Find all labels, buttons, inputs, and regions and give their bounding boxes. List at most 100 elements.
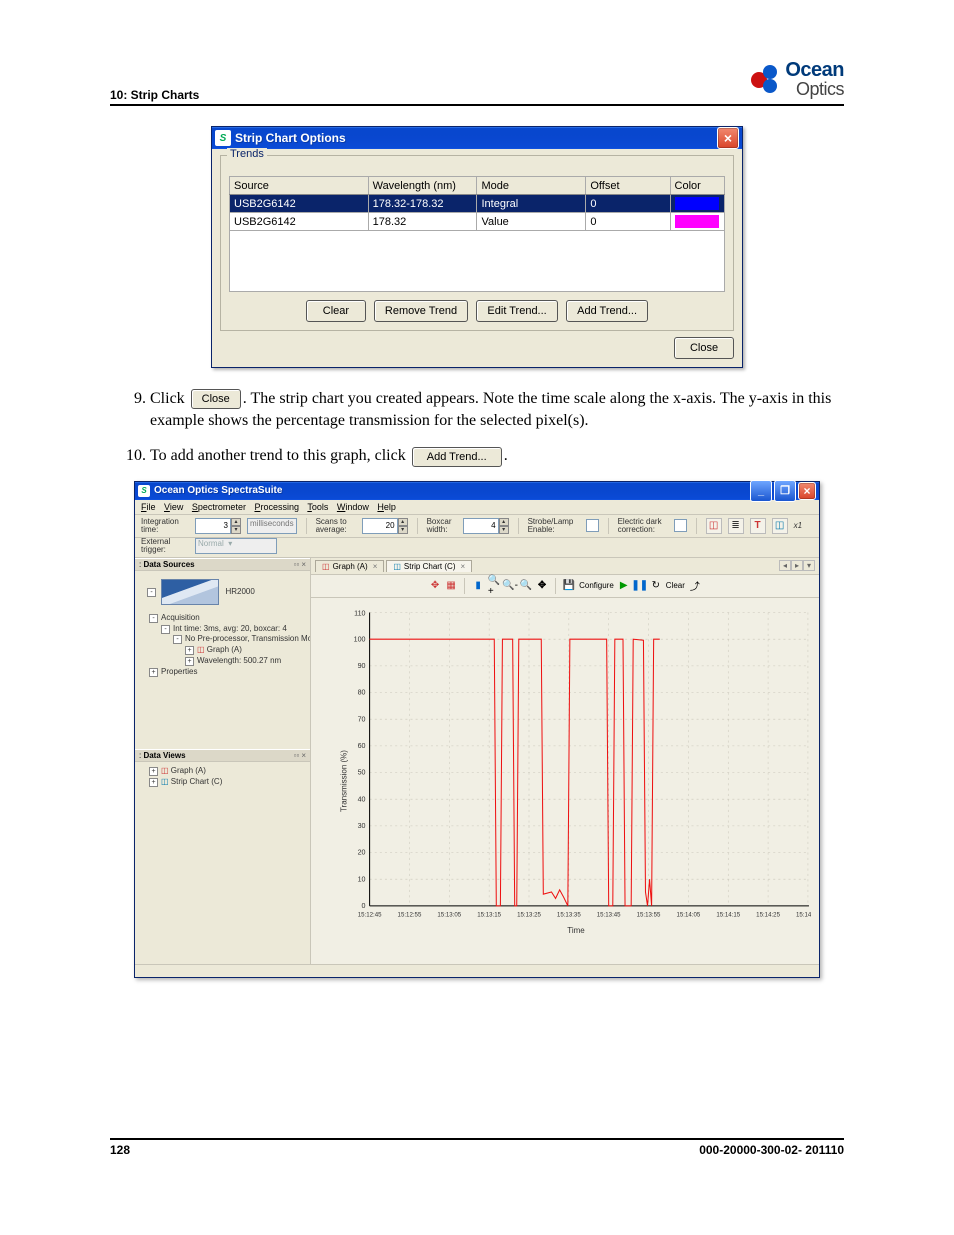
tree-toggle-icon[interactable]: -: [149, 614, 158, 623]
inline-close-button[interactable]: Close: [191, 389, 241, 409]
svg-text:30: 30: [358, 821, 366, 830]
pane-close-icon[interactable]: ×: [301, 560, 306, 569]
integration-unit-combo[interactable]: milliseconds: [247, 518, 297, 534]
col-source[interactable]: Source: [230, 177, 369, 195]
maximize-icon[interactable]: ❐: [774, 480, 796, 502]
tab-close-icon[interactable]: ×: [460, 562, 465, 571]
instruction-step-9: Click Close. The strip chart you created…: [150, 388, 844, 431]
pane-dock-icon[interactable]: ▫▫: [294, 560, 300, 569]
close-icon[interactable]: ×: [717, 127, 739, 149]
external-trigger-combo[interactable]: Normal ▾: [195, 538, 277, 554]
chart-area[interactable]: Transmission (%): [311, 598, 819, 964]
tree-toggle-icon[interactable]: +: [149, 668, 158, 677]
edit-trend-button[interactable]: Edit Trend...: [476, 300, 558, 322]
col-offset[interactable]: Offset: [586, 177, 670, 195]
col-wavelength[interactable]: Wavelength (nm): [368, 177, 477, 195]
col-color[interactable]: Color: [670, 177, 724, 195]
tab-dropdown-icon[interactable]: ▾: [803, 560, 815, 571]
tree-toggle-icon[interactable]: +: [185, 657, 194, 666]
inline-add-trend-button[interactable]: Add Trend...: [412, 447, 502, 467]
menu-window[interactable]: Window: [337, 502, 369, 512]
edark-checkbox[interactable]: [674, 519, 687, 532]
tree-toggle-icon[interactable]: +: [149, 778, 158, 787]
cell-color: [670, 195, 724, 213]
trends-table[interactable]: Source Wavelength (nm) Mode Offset Color…: [229, 176, 725, 231]
dialog-title: Strip Chart Options: [235, 131, 717, 145]
tree-toggle-icon[interactable]: -: [147, 588, 156, 597]
cell-color: [670, 213, 724, 231]
app-titlebar[interactable]: S Ocean Optics SpectraSuite _ ❐ ×: [135, 482, 819, 500]
menu-file[interactable]: File: [141, 502, 156, 512]
tree-toggle-icon[interactable]: -: [161, 625, 170, 634]
grid-icon[interactable]: ▦: [445, 580, 457, 592]
minimize-icon[interactable]: _: [750, 480, 772, 502]
label-x1: x1: [794, 522, 802, 530]
acquisition-toolbar: Integration time: ▴▾ milliseconds Scans …: [135, 515, 819, 538]
tree-toggle-icon[interactable]: +: [185, 646, 194, 655]
table-row[interactable]: USB2G6142 178.32-178.32 Integral 0: [230, 195, 725, 213]
play-icon[interactable]: ▶: [618, 580, 630, 592]
scans-spinner[interactable]: ▴▾: [362, 518, 408, 534]
views-graph-a[interactable]: Graph (A): [171, 766, 206, 775]
tree-toggle-icon[interactable]: +: [149, 767, 158, 776]
svg-text:60: 60: [358, 741, 366, 750]
pane-close-icon[interactable]: ×: [301, 751, 306, 760]
tab-strip-chart-c[interactable]: ◫Strip Chart (C)×: [386, 560, 472, 572]
integration-time-spinner[interactable]: ▴▾: [195, 518, 241, 534]
views-strip-c[interactable]: Strip Chart (C): [171, 777, 223, 786]
clear-link[interactable]: Clear: [666, 581, 685, 590]
tree-toggle-icon[interactable]: -: [173, 635, 182, 644]
add-trend-button[interactable]: Add Trend...: [566, 300, 648, 322]
integration-time-input[interactable]: [195, 518, 231, 534]
tree-wavelength[interactable]: Wavelength: 500.27 nm: [197, 656, 281, 665]
menu-bar[interactable]: File View Spectrometer Processing Tools …: [135, 500, 819, 515]
boxcar-spinner[interactable]: ▴▾: [463, 518, 509, 534]
zoom-fit-icon[interactable]: 🔍: [520, 580, 532, 592]
pane-dock-icon[interactable]: ▫▫: [294, 751, 300, 760]
tab-graph-a[interactable]: ◫Graph (A)×: [315, 560, 384, 572]
dataviews-header[interactable]: : Data Views ▫▫×: [135, 749, 310, 762]
toolbar-icon-list[interactable]: ≣: [728, 518, 744, 534]
configure-link[interactable]: Configure: [579, 581, 614, 590]
save-icon[interactable]: 💾: [563, 580, 575, 592]
strobe-checkbox[interactable]: [586, 519, 599, 532]
close-button[interactable]: Close: [674, 337, 734, 359]
clear-button[interactable]: Clear: [306, 300, 366, 322]
col-mode[interactable]: Mode: [477, 177, 586, 195]
menu-processing[interactable]: Processing: [254, 502, 299, 512]
dialog-titlebar[interactable]: S Strip Chart Options ×: [212, 127, 742, 149]
pan-icon[interactable]: ✥: [536, 580, 548, 592]
zoom-in-icon[interactable]: 🔍+: [488, 580, 500, 592]
ruler-icon[interactable]: ▮: [472, 580, 484, 592]
crosshair-icon[interactable]: ✥: [429, 580, 441, 592]
tree-graph-a[interactable]: Graph (A): [207, 645, 242, 654]
datasources-tree[interactable]: - HR2000 -Acquisition -Int time: 3ms, av…: [135, 571, 310, 749]
app-title: Ocean Optics SpectraSuite: [154, 485, 750, 496]
tree-properties[interactable]: Properties: [161, 667, 197, 676]
dataviews-tree[interactable]: +◫ Graph (A) +◫ Strip Chart (C): [135, 762, 310, 964]
tree-acquisition[interactable]: Acquisition: [161, 613, 200, 622]
close-icon[interactable]: ×: [798, 482, 816, 500]
tree-noprep[interactable]: No Pre-processor, Transmission Mode: [185, 634, 310, 643]
toolbar-icon-chart[interactable]: ◫: [706, 518, 722, 534]
toolbar-icon-t[interactable]: T: [750, 518, 766, 534]
trend-icon[interactable]: ⤴: [689, 580, 701, 592]
remove-trend-button[interactable]: Remove Trend: [374, 300, 468, 322]
tree-inttime[interactable]: Int time: 3ms, avg: 20, boxcar: 4: [173, 624, 287, 633]
tab-close-icon[interactable]: ×: [373, 562, 378, 571]
pause-icon[interactable]: ❚❚: [634, 580, 646, 592]
boxcar-input[interactable]: [463, 518, 499, 534]
tab-scroll-right-icon[interactable]: ▸: [791, 560, 803, 571]
zoom-out-icon[interactable]: 🔍-: [504, 580, 516, 592]
dataviews-title: : Data Views: [139, 751, 186, 760]
menu-help[interactable]: Help: [377, 502, 396, 512]
menu-tools[interactable]: Tools: [307, 502, 328, 512]
refresh-icon[interactable]: ↻: [650, 580, 662, 592]
table-row[interactable]: USB2G6142 178.32 Value 0: [230, 213, 725, 231]
menu-view[interactable]: View: [164, 502, 183, 512]
toolbar-icon-graph[interactable]: ◫: [772, 518, 788, 534]
datasources-header[interactable]: : Data Sources ▫▫×: [135, 558, 310, 571]
menu-spectrometer[interactable]: Spectrometer: [192, 502, 246, 512]
scans-input[interactable]: [362, 518, 398, 534]
tab-scroll-left-icon[interactable]: ◂: [779, 560, 791, 571]
